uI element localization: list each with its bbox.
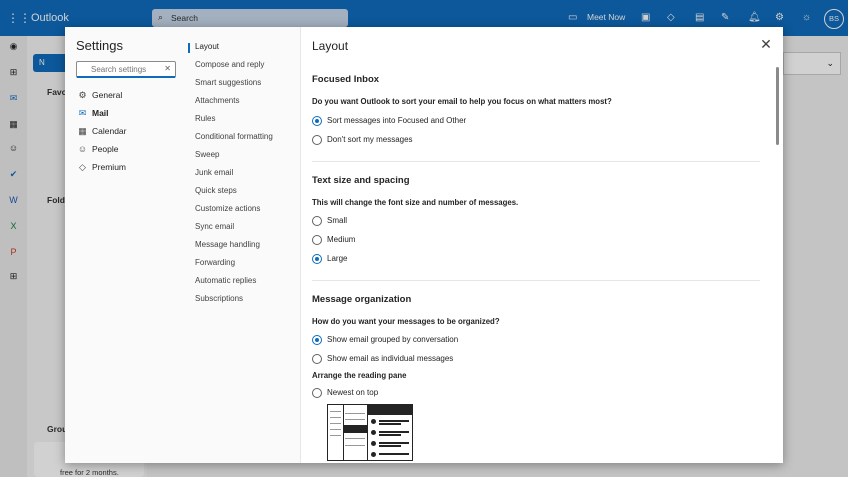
preview-row	[369, 418, 411, 426]
radio-indicator	[312, 254, 322, 264]
subcategory-automatic-replies[interactable]: Automatic replies	[195, 276, 256, 285]
preview-line	[330, 411, 341, 412]
preview-line	[330, 429, 341, 430]
subcategory-message-handling[interactable]: Message handling	[195, 240, 260, 249]
radio-label: Newest on top	[327, 388, 379, 397]
radio-indicator	[312, 354, 322, 364]
subcategory-subscriptions[interactable]: Subscriptions	[195, 294, 243, 303]
reading-pane-preview-illustration	[327, 404, 413, 461]
subcategory-junk-email[interactable]: Junk email	[195, 168, 233, 177]
preview-line	[330, 417, 341, 418]
preview-selected-row	[344, 425, 367, 433]
category-label: Premium	[92, 162, 127, 172]
scrollbar-thumb[interactable]	[776, 67, 779, 145]
category-premium[interactable]: ◇ Premium	[76, 160, 176, 174]
preview-avatar	[371, 430, 376, 435]
search-focus-underline	[77, 76, 175, 78]
preview-line	[330, 423, 341, 424]
category-people[interactable]: ☺ People	[76, 142, 176, 156]
category-calendar[interactable]: ▦ Calendar	[76, 124, 176, 138]
preview-row	[369, 440, 411, 448]
preview-line	[345, 419, 365, 420]
section-divider	[312, 161, 760, 162]
preview-line	[379, 420, 409, 422]
subcategory-sync-email[interactable]: Sync email	[195, 222, 234, 231]
subcategory-smart-suggestions[interactable]: Smart suggestions	[195, 78, 261, 87]
radio-label: Small	[327, 216, 348, 225]
reading-pane-heading: Arrange the reading pane	[312, 371, 407, 380]
radio-indicator	[312, 116, 322, 126]
category-label: Mail	[92, 108, 109, 118]
message-organization-question: How do you want your messages to be orga…	[312, 317, 500, 326]
radio-indicator	[312, 135, 322, 145]
subcategory-compose-and-reply[interactable]: Compose and reply	[195, 60, 264, 69]
subcategory-label: Layout	[195, 42, 220, 51]
focused-inbox-heading: Focused Inbox	[312, 74, 380, 85]
page-title: Layout	[312, 39, 349, 53]
text-size-question: This will change the font size and numbe…	[312, 198, 519, 207]
preview-line	[379, 423, 401, 425]
settings-title: Settings	[76, 38, 123, 53]
preview-row	[369, 451, 411, 459]
preview-avatar	[371, 419, 376, 424]
radio-indicator	[312, 388, 322, 398]
subcategory-attachments[interactable]: Attachments	[195, 96, 239, 105]
preview-line	[379, 442, 409, 444]
subcategory-rules[interactable]: Rules	[195, 114, 215, 123]
preview-line	[379, 434, 401, 436]
category-general[interactable]: ⚙ General	[76, 88, 176, 102]
radio-label: Don't sort my messages	[327, 135, 413, 144]
category-label: General	[92, 90, 123, 100]
preview-avatar	[371, 441, 376, 446]
clear-icon[interactable]: ✕	[164, 64, 171, 73]
radio-label: Show email as individual messages	[327, 354, 454, 363]
radio-label: Show email grouped by conversation	[327, 335, 459, 344]
preview-line	[330, 435, 341, 436]
diamond-icon: ◇	[79, 162, 86, 172]
layout-settings-pane: Layout ✕ Focused Inbox Do you want Outlo…	[301, 27, 783, 463]
message-organization-heading: Message organization	[312, 294, 412, 305]
people-icon: ☺	[77, 144, 88, 154]
radio-indicator	[312, 235, 322, 245]
section-divider	[312, 280, 760, 281]
text-size-heading: Text size and spacing	[312, 175, 410, 186]
settings-search[interactable]: ✕	[76, 61, 176, 78]
subcategory-conditional-formatting[interactable]: Conditional formatting	[195, 132, 273, 141]
calendar-icon: ▦	[78, 126, 87, 136]
close-icon[interactable]: ✕	[759, 37, 773, 51]
radio-label: Sort messages into Focused and Other	[327, 116, 467, 125]
focused-inbox-question: Do you want Outlook to sort your email t…	[312, 97, 612, 106]
preview-header	[368, 405, 413, 415]
subcategory-layout[interactable]: Layout	[188, 42, 220, 53]
subcategory-quick-steps[interactable]: Quick steps	[195, 186, 237, 195]
preview-line	[379, 431, 409, 433]
subcategory-customize-actions[interactable]: Customize actions	[195, 204, 260, 213]
preview-line	[345, 438, 365, 439]
preview-avatar	[371, 452, 376, 457]
mail-icon: ✉	[78, 108, 87, 118]
radio-label: Medium	[327, 235, 356, 244]
settings-search-input[interactable]	[91, 64, 161, 75]
category-label: People	[92, 144, 119, 154]
preview-line	[379, 453, 409, 455]
category-label: Calendar	[92, 126, 127, 136]
gear-icon: ⚙	[78, 90, 87, 100]
mail-subcategories-pane: Layout Compose and reply Smart suggestio…	[183, 27, 301, 463]
preview-line	[379, 445, 401, 447]
subcategory-forwarding[interactable]: Forwarding	[195, 258, 235, 267]
subcategory-sweep[interactable]: Sweep	[195, 150, 219, 159]
radio-label: Large	[327, 254, 348, 263]
category-mail[interactable]: ✉ Mail	[76, 106, 176, 120]
preview-row	[369, 429, 411, 437]
preview-line	[345, 445, 365, 446]
radio-indicator	[312, 335, 322, 345]
radio-indicator	[312, 216, 322, 226]
settings-dialog: Settings ✕ ⚙ General ✉ Mail ▦ Calendar ☺…	[65, 27, 783, 463]
preview-line	[345, 413, 365, 414]
active-indicator	[188, 43, 190, 53]
settings-categories-pane: Settings ✕ ⚙ General ✉ Mail ▦ Calendar ☺…	[65, 27, 183, 463]
